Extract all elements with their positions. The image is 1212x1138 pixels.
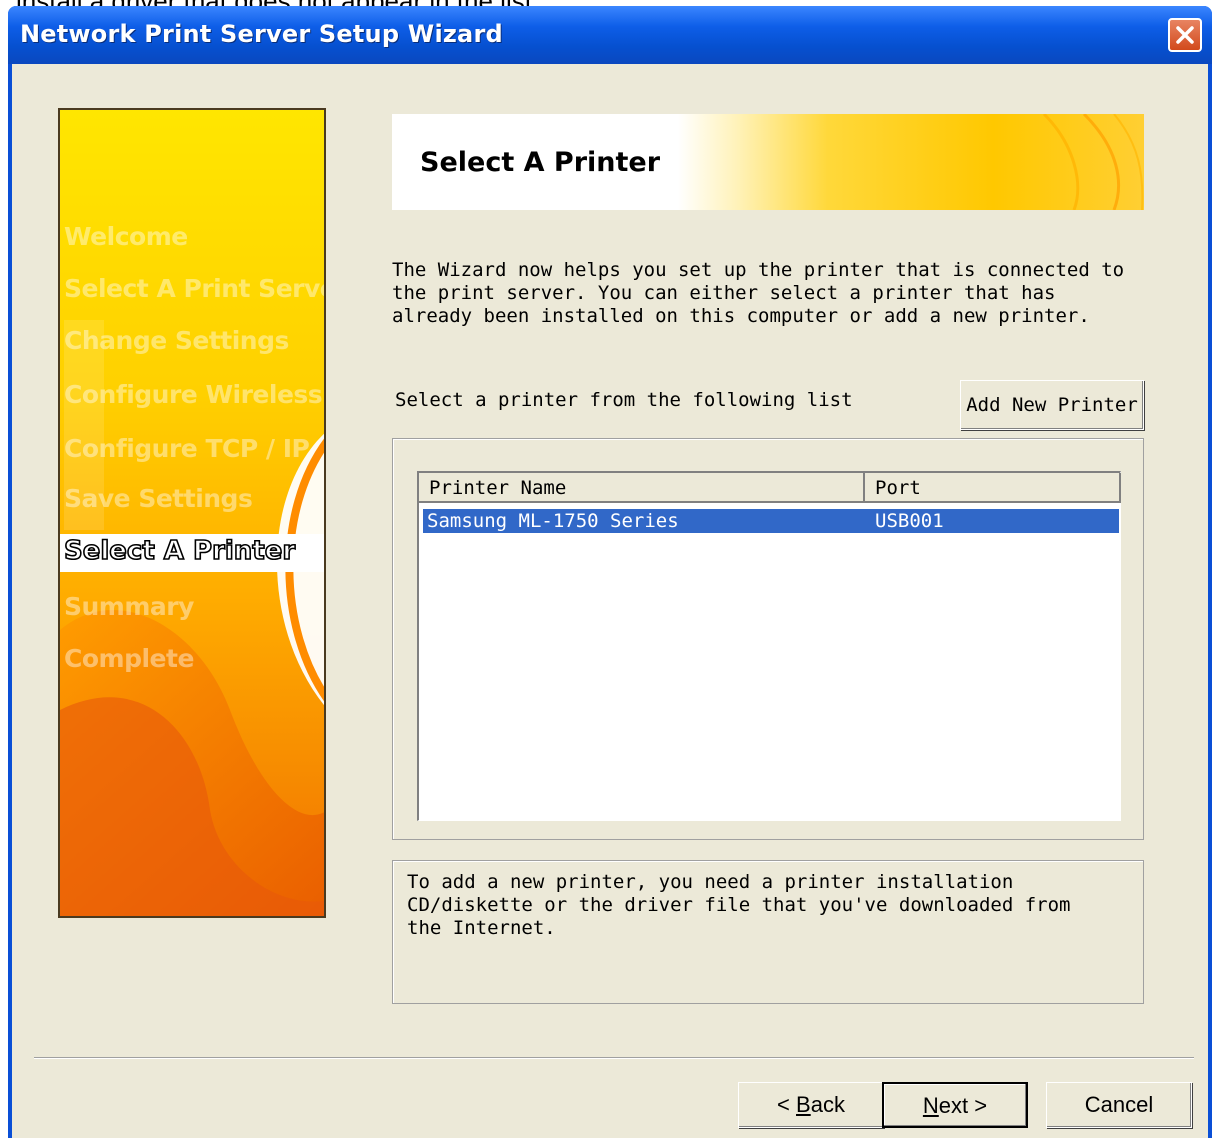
printer-list-panel: Printer Name Port Samsung ML-1750 Series… bbox=[392, 438, 1144, 840]
table-row[interactable]: Samsung ML-1750 Series USB001 bbox=[423, 509, 1119, 533]
info-note-text: To add a new printer, you need a printer… bbox=[407, 871, 1071, 939]
printer-name-cell: Samsung ML-1750 Series bbox=[427, 510, 679, 532]
back-button[interactable]: < Back bbox=[738, 1082, 884, 1128]
step-configure-wireless: Configure Wireless bbox=[64, 380, 323, 409]
wizard-steps-banner: Welcome Select A Print Server Change Set… bbox=[58, 108, 326, 918]
window-title: Network Print Server Setup Wizard bbox=[20, 20, 503, 48]
step-save-settings: Save Settings bbox=[64, 484, 253, 513]
close-button[interactable] bbox=[1168, 18, 1202, 52]
wizard-window: Network Print Server Setup Wizard Welcom… bbox=[8, 6, 1212, 1138]
info-note-panel: To add a new printer, you need a printer… bbox=[392, 860, 1144, 1004]
printer-listview[interactable]: Printer Name Port Samsung ML-1750 Series… bbox=[417, 471, 1121, 821]
step-configure-tcp-ip: Configure TCP / IP bbox=[64, 434, 310, 463]
header-swoosh-graphic bbox=[1042, 114, 1144, 210]
close-icon bbox=[1176, 26, 1194, 44]
column-header-port[interactable]: Port bbox=[865, 473, 1121, 503]
cancel-button[interactable]: Cancel bbox=[1046, 1082, 1192, 1128]
page-title: Select A Printer bbox=[420, 147, 661, 178]
wizard-steps: Welcome Select A Print Server Change Set… bbox=[60, 110, 326, 916]
step-change-settings: Change Settings bbox=[64, 326, 289, 355]
back-prefix: < bbox=[777, 1092, 797, 1117]
column-header-printer-name[interactable]: Printer Name bbox=[419, 473, 865, 503]
next-mnemonic: N bbox=[922, 1093, 939, 1118]
next-button[interactable]: Next > bbox=[882, 1082, 1028, 1128]
page-header: Select A Printer bbox=[392, 114, 1144, 210]
step-select-a-printer: Select A Printer bbox=[63, 535, 296, 567]
step-welcome: Welcome bbox=[64, 222, 188, 251]
port-cell: USB001 bbox=[875, 510, 944, 532]
step-select-print-server: Select A Print Server bbox=[64, 274, 326, 303]
step-summary: Summary bbox=[64, 592, 194, 621]
back-mnemonic: B bbox=[796, 1092, 811, 1117]
next-label-rest: ext > bbox=[938, 1093, 988, 1118]
dialog-client-area: Welcome Select A Print Server Change Set… bbox=[12, 64, 1208, 1138]
description-text: The Wizard now helps you set up the prin… bbox=[392, 259, 1125, 327]
title-bar[interactable]: Network Print Server Setup Wizard bbox=[8, 6, 1212, 64]
printer-list-label: Select a printer from the following list bbox=[395, 389, 853, 411]
back-label-rest: ack bbox=[810, 1092, 845, 1117]
button-separator bbox=[34, 1057, 1194, 1059]
step-complete: Complete bbox=[64, 644, 194, 673]
add-new-printer-button[interactable]: Add New Printer bbox=[960, 380, 1144, 430]
